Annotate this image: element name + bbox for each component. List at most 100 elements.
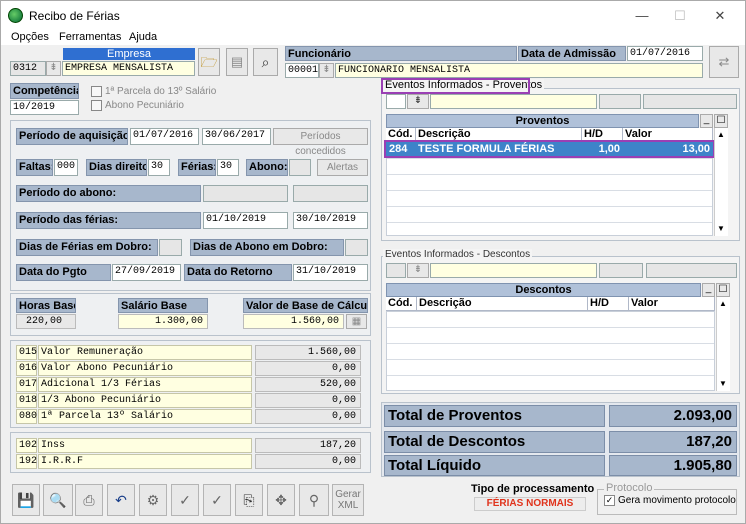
periodo-ferias-start[interactable]: 01/10/2019 — [203, 212, 288, 229]
desconto-valor-input[interactable] — [646, 263, 737, 278]
empresa-label: Empresa — [63, 48, 195, 60]
abono-dobro-field[interactable] — [345, 239, 368, 256]
provento-hd-input[interactable] — [599, 94, 641, 109]
scroll-down-icon[interactable]: ▼ — [719, 379, 727, 388]
minimize-icon[interactable]: _ — [700, 114, 713, 128]
restore-icon[interactable]: ☐ — [716, 283, 730, 297]
verba-desc: Valor Abono Pecuniário — [38, 361, 252, 376]
desconto-code-input[interactable] — [386, 263, 406, 278]
search-icon[interactable]: 🔍 — [43, 484, 73, 516]
empresa-dropdown-icon[interactable]: ⇟ — [46, 61, 61, 76]
calculo-base-value[interactable]: 1.560,00 — [243, 314, 344, 329]
salario-base-value[interactable]: 1.300,00 — [118, 314, 208, 329]
title-bar: Recibo de Férias — ☐ ✕ — [1, 1, 745, 31]
scroll-up-icon[interactable]: ▲ — [719, 299, 727, 308]
row-highlight — [384, 140, 715, 158]
retorno-field[interactable]: 31/10/2019 — [293, 264, 368, 281]
scroll-down-icon[interactable]: ▼ — [717, 224, 725, 233]
faltas-label: Faltas: — [16, 159, 53, 176]
periodos-concedidos-button[interactable]: Períodos concedidos — [273, 128, 368, 157]
opt-abono-pecuniario[interactable]: Abono Pecuniário — [91, 100, 184, 111]
window-title: Recibo de Férias — [29, 9, 120, 23]
ferias-label: Férias: — [178, 159, 216, 176]
calculate-icon[interactable]: ⚙ — [139, 484, 167, 516]
desconto-dropdown-icon[interactable]: ⇟ — [407, 263, 429, 278]
verba-desc: 1ª Parcela 13º Salário — [38, 409, 252, 424]
funcionario-dropdown-icon[interactable]: ⇟ — [319, 63, 334, 78]
dias-direito-field[interactable]: 30 — [148, 159, 170, 176]
gerar-xml-button[interactable]: Gerar XML — [332, 484, 364, 516]
minimize-button[interactable]: — — [627, 5, 657, 27]
verba-code: 017 — [16, 377, 37, 392]
total-descontos-value: 187,20 — [609, 431, 737, 453]
funcionario-code[interactable]: 00001 — [285, 63, 319, 78]
competencia-label: Competência — [10, 83, 79, 99]
ferias-dobro-field[interactable] — [159, 239, 182, 256]
move-icon[interactable]: ✥ — [267, 484, 295, 516]
col-hd: H/D — [588, 297, 629, 311]
calculator-icon[interactable]: ▦ — [346, 314, 367, 329]
save-icon[interactable]: 💾 — [12, 484, 40, 516]
verba-value: 520,00 — [255, 377, 361, 392]
folder-open-icon[interactable]: 🗁 — [198, 48, 220, 76]
provento-code-input[interactable] — [386, 94, 406, 109]
desconto-desc-input[interactable] — [430, 263, 597, 278]
abono-field[interactable] — [289, 159, 311, 176]
periodo-ferias-end[interactable]: 30/10/2019 — [293, 212, 368, 229]
protocolo-check-label: Gera movimento protocolo — [618, 495, 736, 507]
total-liquido-value: 1.905,80 — [609, 455, 737, 476]
approve-icon[interactable]: ✓ — [203, 484, 231, 516]
maximize-button[interactable]: ☐ — [665, 5, 695, 27]
protocolo-checkbox[interactable]: ✓ Gera movimento protocolo — [604, 495, 736, 506]
dias-direito-label: Dias direito: — [86, 159, 147, 176]
proventos-scrollbar[interactable]: ▲ ▼ — [714, 128, 728, 236]
menu-opcoes[interactable]: Opções — [11, 31, 49, 43]
provento-desc-input[interactable] — [430, 94, 597, 109]
ferias-field[interactable]: 30 — [217, 159, 239, 176]
verba-desc: Adicional 1/3 Férias — [38, 377, 252, 392]
abono-label: Abono: — [246, 159, 288, 176]
report-icon[interactable]: ▤ — [226, 48, 248, 76]
admissao-field[interactable]: 01/07/2016 — [627, 46, 703, 61]
minimize-icon[interactable]: _ — [702, 283, 715, 297]
descontos-scrollbar[interactable]: ▲ ▼ — [716, 297, 730, 391]
print-icon[interactable]: ⎙ — [75, 484, 103, 516]
empresa-code[interactable]: 0312 — [10, 61, 46, 76]
verba-value: 0,00 — [255, 409, 361, 424]
periodo-ferias-label: Período das férias: — [16, 212, 201, 229]
app-icon — [8, 8, 23, 23]
empresa-name[interactable]: EMPRESA MENSALISTA — [62, 61, 195, 76]
undo-icon[interactable]: ↶ — [107, 484, 135, 516]
search-document-icon[interactable]: ⌕ — [253, 48, 278, 76]
user-search-icon[interactable]: ⚲ — [299, 484, 329, 516]
ferias-dobro-label: Dias de Férias em Dobro: — [16, 239, 158, 256]
main-window: Recibo de Férias — ☐ ✕ Opções Ferramenta… — [0, 0, 746, 524]
funcionario-name[interactable]: FUNCIONARIO MENSALISTA — [335, 63, 703, 78]
scroll-up-icon[interactable]: ▲ — [717, 130, 725, 139]
import-icon[interactable]: ⎘ — [235, 484, 263, 516]
confirm-icon[interactable]: ✓ — [171, 484, 199, 516]
opt-13-parcela[interactable]: 1ª Parcela do 13º Salário — [91, 86, 216, 97]
alertas-button[interactable]: Alertas — [317, 159, 368, 176]
opt-abono-label: Abono Pecuniário — [105, 100, 184, 112]
restore-icon[interactable]: ☐ — [714, 114, 728, 128]
pgto-field[interactable]: 27/09/2019 — [112, 264, 181, 281]
proventos-table-title: Proventos — [386, 114, 699, 128]
competencia-field[interactable]: 10/2019 — [10, 100, 79, 115]
horas-base-value[interactable]: 220,00 — [16, 314, 76, 329]
close-button[interactable]: ✕ — [705, 5, 735, 27]
pgto-label: Data do Pgto — [16, 264, 111, 281]
aquisicao-start[interactable]: 01/07/2016 — [130, 128, 199, 145]
periodo-abono-start[interactable] — [203, 185, 288, 202]
verba-code: 018 — [16, 393, 37, 408]
provento-dropdown-icon[interactable]: ⇟ — [407, 94, 429, 109]
transfer-icon[interactable]: ⇄ — [709, 46, 739, 78]
aquisicao-end[interactable]: 30/06/2017 — [202, 128, 271, 145]
faltas-field[interactable]: 000 — [54, 159, 78, 176]
periodo-abono-end[interactable] — [293, 185, 368, 202]
menu-ajuda[interactable]: Ajuda — [129, 31, 157, 43]
desconto-hd-input[interactable] — [599, 263, 643, 278]
provento-valor-input[interactable] — [643, 94, 737, 109]
total-proventos-value: 2.093,00 — [609, 405, 737, 427]
menu-ferramentas[interactable]: Ferramentas — [59, 31, 121, 43]
